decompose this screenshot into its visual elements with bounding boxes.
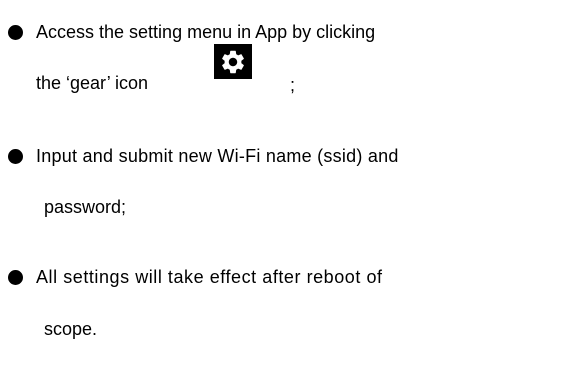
instruction-list: Access the setting menu in App by clicki… xyxy=(0,0,571,374)
list-item-1-line-2: the ‘gear’ icon xyxy=(36,73,149,93)
list-item-1-line-2-end: ; xyxy=(290,75,296,95)
bullet-dot xyxy=(8,270,23,285)
list-item-2-line-1: Input and submit new Wi-Fi name (ssid) a… xyxy=(36,146,399,166)
list-item-3-line-1: All settings will take effect after rebo… xyxy=(36,267,383,287)
list-item-1-line-1: Access the setting menu in App by clicki… xyxy=(36,22,376,42)
bullet-dot xyxy=(8,25,23,40)
list-item-3-line-2: scope. xyxy=(44,319,98,339)
bullet-dot xyxy=(8,149,23,164)
list-item-2-line-2: password; xyxy=(44,197,127,217)
gear-icon xyxy=(214,44,252,79)
